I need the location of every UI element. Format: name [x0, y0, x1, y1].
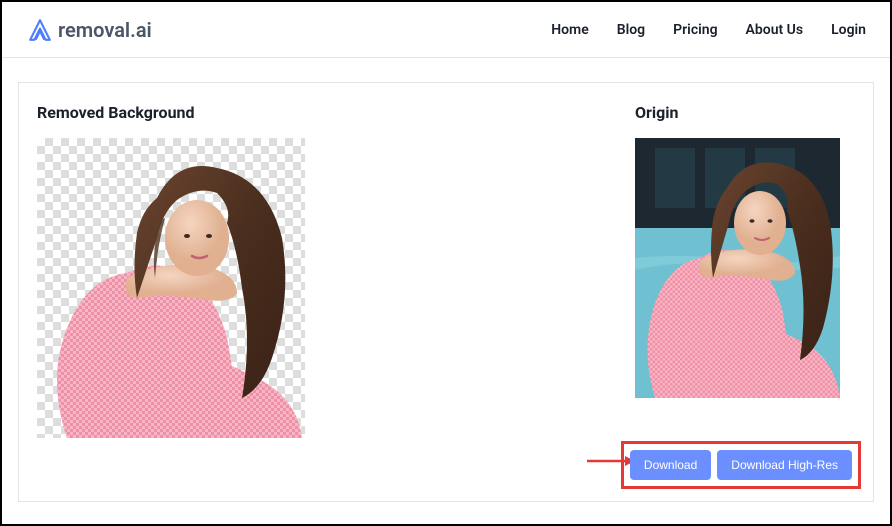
download-hires-button[interactable]: Download High-Res — [717, 450, 852, 480]
header: removal.ai Home Blog Pricing About Us Lo… — [2, 2, 890, 58]
nav-blog[interactable]: Blog — [617, 22, 645, 38]
download-button[interactable]: Download — [630, 450, 711, 480]
main: Removed Background — [2, 58, 890, 526]
logo[interactable]: removal.ai — [26, 16, 152, 44]
highlight-box: Download Download High-Res — [621, 441, 861, 489]
nav-about[interactable]: About Us — [746, 22, 804, 38]
origin-panel: Origin — [635, 103, 855, 481]
nav-home[interactable]: Home — [551, 22, 589, 38]
removed-background-image — [37, 138, 305, 438]
origin-image — [635, 138, 840, 398]
nav-login[interactable]: Login — [831, 22, 866, 38]
nav: Home Blog Pricing About Us Login — [551, 22, 866, 38]
removed-background-title: Removed Background — [37, 103, 377, 122]
nav-pricing[interactable]: Pricing — [673, 22, 717, 38]
origin-title: Origin — [635, 103, 855, 122]
logo-text: removal.ai — [58, 18, 152, 42]
logo-icon — [26, 16, 54, 44]
content-card: Removed Background — [18, 82, 874, 502]
subject-original — [635, 138, 840, 398]
subject-cutout — [37, 138, 305, 438]
removed-background-panel: Removed Background — [37, 103, 377, 481]
